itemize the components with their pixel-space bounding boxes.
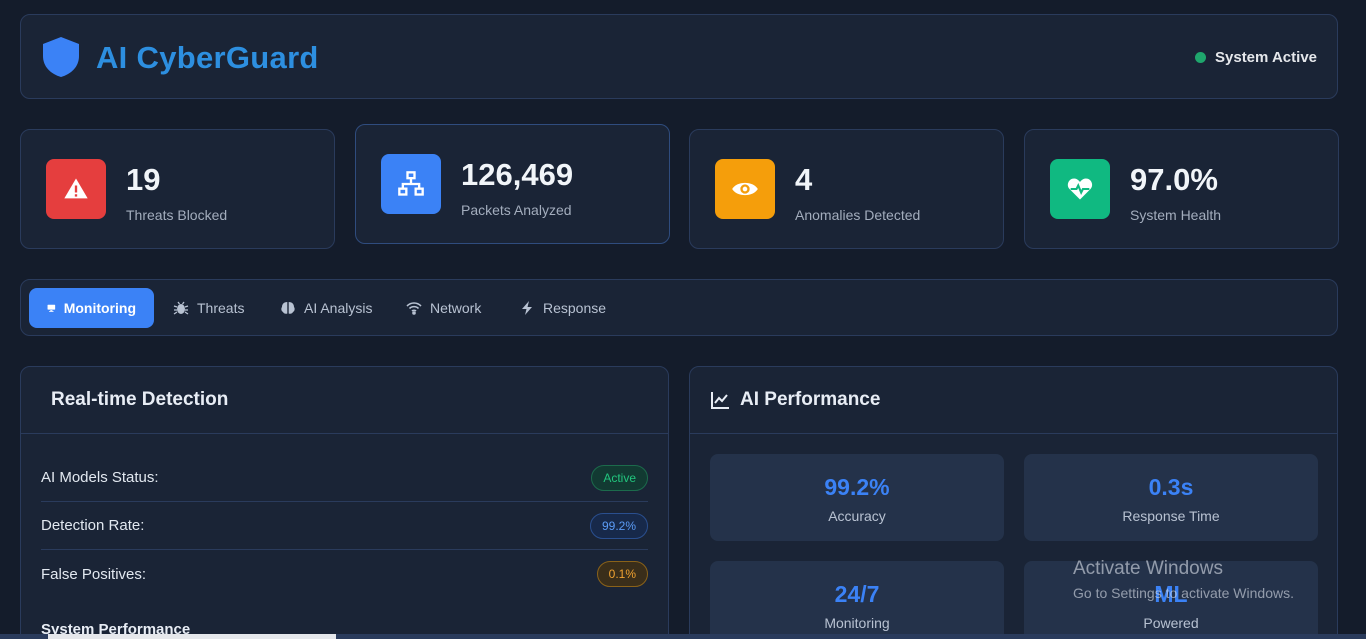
stat-card-anomalies: 4 Anomalies Detected [689,129,1004,249]
stat-card-threats: 19 Threats Blocked [20,129,335,249]
horizontal-scrollbar[interactable] [0,634,1366,639]
watermark-title: Activate Windows [1073,558,1223,579]
shield-icon [43,37,79,77]
tab-label: AI Analysis [304,300,373,316]
bug-icon [173,301,189,315]
detail-row: False Positives: 0.1% [41,550,648,598]
tab-response[interactable]: Response [501,288,624,328]
network-icon [381,154,441,214]
stat-value: 97.0% [1130,162,1218,197]
app-header: AI CyberGuard System Active [20,14,1338,99]
eye-icon [715,159,775,219]
activation-watermark: Activate Windows Go to Settings to activ… [1073,558,1294,601]
system-status: System Active [1195,49,1317,66]
wifi-icon [406,302,422,315]
metric-card-response-time: 0.3s Response Time [1024,454,1318,541]
status-dot-icon [1195,52,1206,63]
heartbeat-icon [1050,159,1110,219]
metric-label: Monitoring [824,615,890,631]
stat-value: 4 [795,162,813,197]
tab-label: Threats [197,300,245,316]
panel-title: Real-time Detection [51,389,229,410]
performance-panel-header: AI Performance [690,367,1337,434]
tab-network[interactable]: Network [388,288,499,328]
watermark-subtitle: Go to Settings to activate Windows. [1073,585,1294,601]
stat-label: Packets Analyzed [461,202,572,218]
metric-card-monitoring: 24/7 Monitoring [710,561,1004,639]
panel-title: AI Performance [740,389,881,410]
stat-value: 19 [126,162,161,197]
row-label: False Positives: [41,565,147,583]
stat-value: 126,469 [461,157,574,192]
detail-row: AI Models Status: Active [41,454,648,502]
brain-icon [281,302,295,314]
tab-label: Response [543,300,607,316]
stat-label: System Health [1130,207,1222,223]
tab-label: Monitoring [63,300,136,316]
detection-panel-header: Real-time Detection [21,367,668,434]
bolt-icon [522,301,532,315]
metric-label: Powered [1143,615,1199,631]
stat-label: Threats Blocked [126,207,228,223]
row-label: Detection Rate: [41,517,145,534]
tab-ai-analysis[interactable]: AI Analysis [262,288,390,328]
tab-bar: Monitoring Threats AI Analysis Network R… [20,279,1338,336]
row-label: AI Models Status: [41,469,159,486]
stat-card-packets: 126,469 Packets Analyzed [355,124,670,244]
metric-value: 24/7 [834,581,880,607]
tab-threats[interactable]: Threats [155,288,262,328]
scrollbar-thumb[interactable] [48,634,336,639]
metric-value: 0.3s [1148,474,1194,500]
metric-card-accuracy: 99.2% Accuracy [710,454,1004,541]
metric-value: 99.2% [824,474,890,500]
stat-label: Anomalies Detected [795,207,921,223]
tab-monitoring[interactable]: Monitoring [29,288,154,328]
tab-label: Network [430,300,482,316]
status-badge: Active [591,464,648,491]
detail-row: Detection Rate: 99.2% [41,502,648,550]
stat-card-health: 97.0% System Health [1024,129,1339,249]
false-positive-badge: 0.1% [596,561,648,587]
rate-badge: 99.2% [589,512,648,539]
alert-triangle-icon [46,159,106,219]
status-label: System Active [1215,49,1317,66]
monitor-icon [47,304,56,312]
detection-panel: Real-time Detection AI Models Status: Ac… [20,366,669,639]
metric-label: Accuracy [828,508,886,524]
app-title: AI CyberGuard [96,40,319,75]
metric-label: Response Time [1122,508,1220,524]
line-chart-icon [711,392,729,409]
